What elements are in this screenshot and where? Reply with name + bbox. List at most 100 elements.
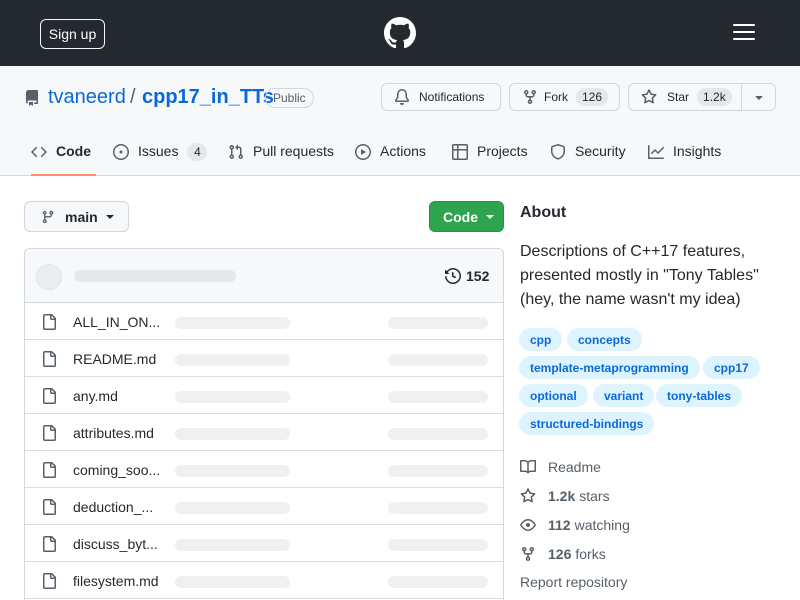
file-icon [43,425,56,441]
code-download-button[interactable]: Code [429,201,504,232]
file-name-link[interactable]: ALL_IN_ON... [73,314,160,330]
commit-message-placeholder [175,539,290,551]
file-row[interactable]: any.md [25,377,503,414]
file-icon [43,314,56,330]
star-list-dropdown-button[interactable] [741,83,776,111]
commit-history-link[interactable]: 152 [445,268,489,284]
fork-button[interactable]: Fork 126 [509,83,620,111]
repo-forked-icon [524,90,536,105]
file-name-link[interactable]: any.md [73,388,118,404]
topic-tag[interactable]: concepts [567,328,642,351]
tab-projects[interactable]: Projects [452,138,528,176]
star-label: Star [667,90,690,104]
watching-label: watching [574,517,630,533]
eye-icon [520,519,536,531]
fork-label: Fork [544,90,568,104]
file-name-link[interactable]: coming_soo... [73,462,160,478]
topic-tag[interactable]: tony-tables [656,384,743,407]
commit-message-placeholder [175,391,290,403]
file-row[interactable]: discuss_byt... [25,525,503,562]
stars-label: stars [579,488,610,504]
branch-select-button[interactable]: main [24,201,129,232]
readme-link[interactable]: Readme [520,459,601,475]
github-logo-icon[interactable] [384,17,416,49]
notifications-label: Notifications [419,90,485,104]
star-button[interactable]: Star 1.2k [628,83,742,111]
file-name-link[interactable]: deduction_... [73,499,153,515]
tab-code[interactable]: Code [31,138,96,176]
code-button-label: Code [443,208,478,225]
tab-actions-label: Actions [380,143,426,159]
path-separator: / [130,86,136,108]
file-name-link[interactable]: README.md [73,351,156,367]
play-icon [355,144,371,160]
repo-name-link[interactable]: cpp17_in_TTs [142,86,274,109]
topic-tag[interactable]: structured-bindings [519,412,655,435]
commit-message-placeholder [175,502,290,514]
commit-message-placeholder [175,317,290,329]
file-name-link[interactable]: attributes.md [73,425,154,441]
notifications-button[interactable]: Notifications [381,83,501,111]
topic-tag[interactable]: variant [593,384,655,407]
tab-code-label: Code [56,143,91,159]
file-browser: 152 ALL_IN_ON... README.md any.md attrib… [24,248,504,600]
tab-issues-label: Issues [138,143,179,159]
file-row[interactable]: deduction_... [25,488,503,525]
watchers-link[interactable]: 112 watching [520,517,630,533]
topic-tag[interactable]: cpp17 [703,356,760,379]
latest-commit-bar: 152 [25,249,503,303]
file-name-link[interactable]: discuss_byt... [73,536,158,552]
file-icon [43,573,56,589]
commit-message-placeholder [175,465,290,477]
tab-pull-requests[interactable]: Pull requests [228,138,334,176]
commit-date-placeholder [388,391,488,403]
file-row[interactable]: attributes.md [25,414,503,451]
git-branch-icon [42,210,54,223]
file-row[interactable]: filesystem.md [25,562,503,599]
tab-issues[interactable]: Issues 4 [113,138,208,176]
code-icon [31,146,47,158]
book-icon [520,459,536,474]
caret-down-icon [486,214,494,219]
topic-tag[interactable]: template-metaprogramming [519,356,700,379]
topic-tag[interactable]: optional [519,384,588,407]
fork-count: 126 [576,88,609,106]
shield-icon [551,144,565,160]
tab-security[interactable]: Security [550,138,626,176]
tab-actions[interactable]: Actions [355,138,426,176]
forks-count: 126 [548,546,572,562]
global-header: Sign up [0,0,800,66]
visibility-badge: Public [265,88,314,108]
stars-link[interactable]: 1.2k stars [520,488,610,504]
topic-tag[interactable]: cpp [519,328,563,351]
report-repository-link[interactable]: Report repository [520,574,627,590]
commit-message-placeholder [74,270,236,282]
menu-hamburger-icon[interactable] [733,24,755,42]
issue-opened-icon [113,144,129,160]
bell-icon [394,89,409,105]
file-icon [43,351,56,367]
commit-message-placeholder [175,354,290,366]
commit-message-placeholder [175,428,290,440]
watching-count: 112 [548,517,571,533]
about-heading: About [520,204,567,221]
tab-security-label: Security [575,143,626,159]
sign-up-button[interactable]: Sign up [40,19,105,49]
git-pull-request-icon [229,144,244,160]
file-name-link[interactable]: filesystem.md [73,573,159,589]
repo-forked-icon [522,547,534,562]
repo-owner-link[interactable]: tvaneerd [48,86,126,109]
forks-link[interactable]: 126 forks [520,546,606,562]
tab-pull-requests-label: Pull requests [253,143,334,159]
forks-label: forks [575,546,606,562]
file-row[interactable]: ALL_IN_ON... [25,303,503,340]
file-row[interactable]: README.md [25,340,503,377]
repository-header: tvaneerd / cpp17_in_TTs Public Notificat… [0,66,800,176]
branch-name: main [65,208,98,225]
commit-date-placeholder [388,465,488,477]
graph-icon [648,145,664,159]
file-icon [43,499,56,515]
avatar-placeholder [36,264,62,290]
file-row[interactable]: coming_soo... [25,451,503,488]
tab-insights[interactable]: Insights [648,138,721,176]
